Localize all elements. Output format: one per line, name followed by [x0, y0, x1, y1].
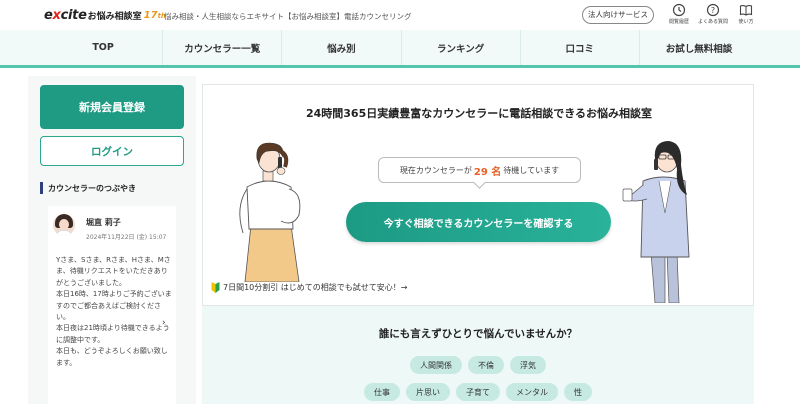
tag-parenting[interactable]: 子育て — [456, 383, 500, 401]
avatar[interactable] — [53, 214, 75, 236]
counselor-status-bubble: 現在カウンセラーが 29 名 待機しています — [378, 157, 581, 183]
check-counselors-button[interactable]: 今すぐ相談できるカウンセラーを確認する — [346, 202, 611, 242]
counselor-name[interactable]: 堀直 莉子 — [86, 217, 121, 228]
corporate-services-button[interactable]: 法人向けサービス — [582, 6, 654, 24]
tweet-text: Yさま、Sさま、Rさま、Hさま、Mさま、待機リクエストをいただきありがとうござい… — [56, 256, 172, 367]
svg-text:?: ? — [711, 6, 715, 15]
status-count: 29 名 — [473, 166, 502, 178]
hero-title: 24時間365日実績豊富なカウンセラーに電話相談できるお悩み相談室 — [305, 107, 653, 120]
nav-reviews[interactable]: 口コミ — [521, 30, 640, 65]
nav-free-trial[interactable]: お試し無料相談 — [640, 30, 758, 65]
help-icon: ? — [706, 3, 720, 17]
businesswoman-on-phone-illustration — [622, 141, 690, 303]
heading-bar — [40, 182, 43, 194]
guide-button[interactable]: 使い方 — [731, 3, 761, 25]
promo-link[interactable]: 7日間10分割引 はじめての相談でも試せて安心！→ — [211, 282, 408, 293]
nav-counselors[interactable]: カウンセラー一覧 — [163, 30, 283, 65]
tag-unrequited-love[interactable]: 片思い — [406, 383, 450, 401]
tweet-card[interactable]: 堀直 莉子 2024年11月22日 (金) 15:07 Yさま、Sさま、Rさま、… — [48, 206, 176, 406]
tweets-heading-text: カウンセラーのつぶやき — [48, 183, 136, 193]
nav-ranking[interactable]: ランキング — [402, 30, 521, 65]
tag-work[interactable]: 仕事 — [364, 383, 400, 401]
logo-years: 17th — [143, 9, 166, 21]
tag-sexuality[interactable]: 性 — [564, 383, 592, 401]
nav-by-worry[interactable]: 悩み別 — [282, 30, 402, 65]
register-button[interactable]: 新規会員登録 — [40, 85, 184, 129]
woman-on-phone-illustration — [239, 142, 301, 282]
book-icon — [739, 5, 753, 16]
status-suffix: 待機しています — [503, 165, 560, 175]
worries-title: 誰にも言えずひとりで悩んでいませんか？ — [378, 328, 578, 340]
history-icon — [672, 3, 686, 17]
logo-excite: excite — [44, 7, 87, 23]
tag-relationships[interactable]: 人間関係 — [410, 356, 462, 374]
help-label: よくある質問 — [698, 19, 729, 25]
tweet-date: 2024年11月22日 (金) 15:07 — [86, 234, 167, 241]
login-button[interactable]: ログイン — [40, 136, 184, 166]
nav-top[interactable]: TOP — [44, 30, 164, 65]
next-tweet-icon[interactable]: › — [162, 318, 166, 328]
worries-section: 誰にも言えずひとりで悩んでいませんか？ 人間関係 不倫 浮気 仕事 片思い 子育… — [202, 306, 754, 404]
hero-banner: 24時間365日実績豊富なカウンセラーに電話相談できるお悩み相談室 現在カウンセ… — [202, 84, 754, 306]
history-label: 閲覧履歴 — [668, 19, 689, 25]
tag-affair[interactable]: 不倫 — [468, 356, 504, 374]
site-logo[interactable]: excite お悩み相談室 17th — [44, 5, 166, 25]
tag-cheating[interactable]: 浮気 — [510, 356, 546, 374]
global-nav: TOP カウンセラー一覧 悩み別 ランキング 口コミ お試し無料相談 — [0, 30, 800, 68]
site-tagline: 悩み相談・人生相談ならエキサイト【お悩み相談室】電話カウンセリング — [164, 12, 412, 21]
logo-name: お悩み相談室 — [87, 11, 142, 22]
beginner-mark-icon — [211, 282, 220, 293]
history-button[interactable]: 閲覧履歴 — [664, 3, 694, 25]
status-prefix: 現在カウンセラーが — [399, 165, 472, 175]
help-button[interactable]: ? よくある質問 — [698, 3, 728, 25]
tag-mental[interactable]: メンタル — [506, 383, 558, 401]
promo-text[interactable]: 7日間10分割引 はじめての相談でも試せて安心！→ — [223, 282, 408, 293]
tweets-heading: カウンセラーのつぶやき — [40, 180, 184, 196]
guide-label: 使い方 — [738, 19, 754, 25]
header: excite お悩み相談室 17th 悩み相談・人生相談ならエキサイト【お悩み相… — [0, 0, 800, 30]
